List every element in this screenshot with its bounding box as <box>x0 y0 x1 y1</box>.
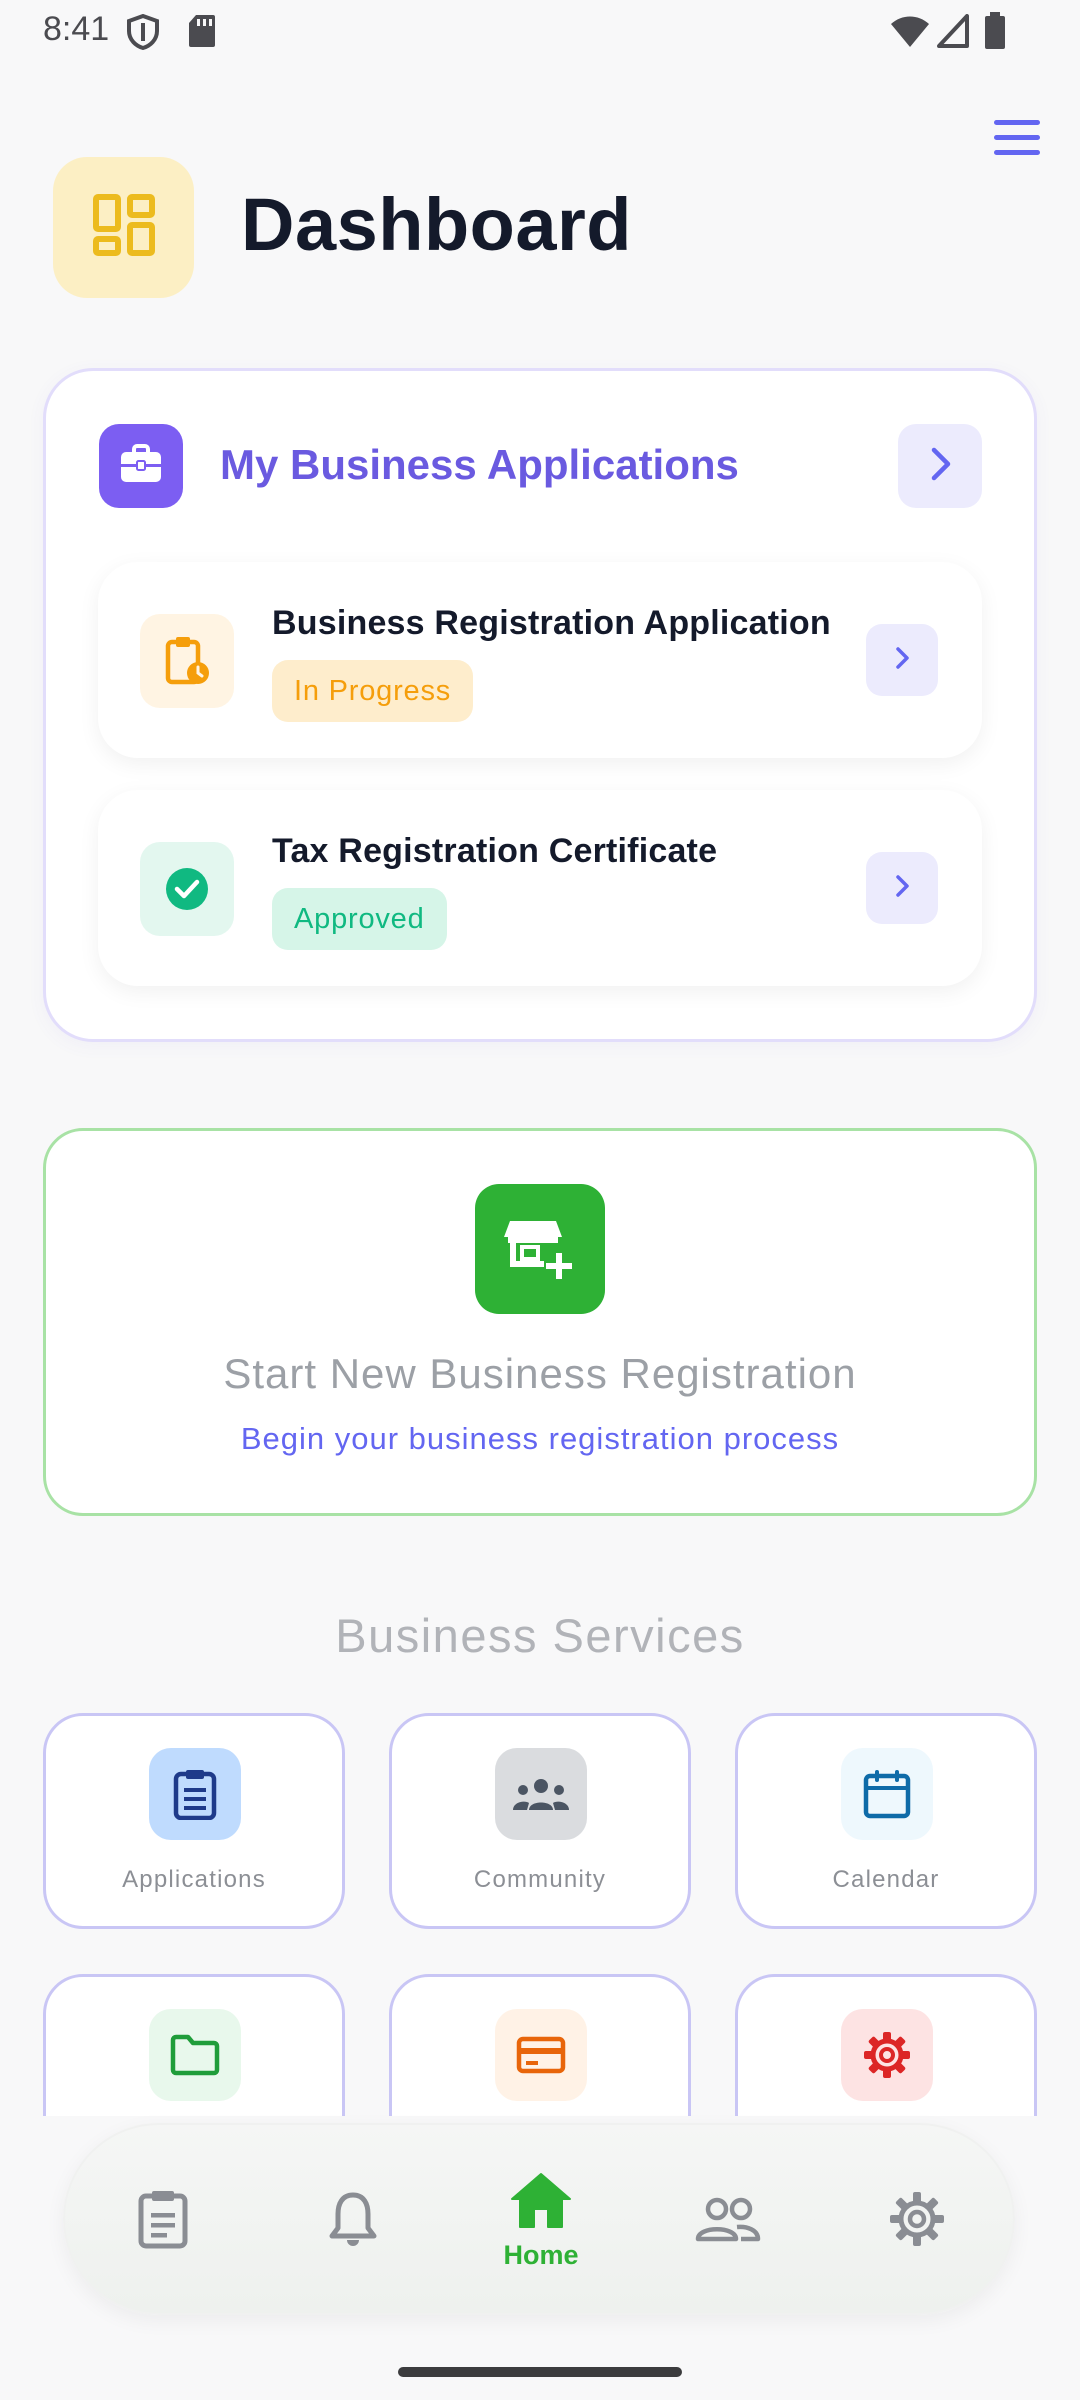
sd-card-icon <box>188 14 216 53</box>
application-name: Tax Registration Certificate <box>272 832 718 870</box>
signal-icon <box>937 14 969 53</box>
clipboard-list-icon <box>149 1748 241 1840</box>
application-name: Business Registration Application <box>272 604 831 642</box>
chevron-right-icon <box>893 873 911 904</box>
applications-title[interactable]: My Business Applications <box>220 441 739 489</box>
settings-icon <box>888 2190 946 2253</box>
nav-home-label: Home <box>503 2240 579 2270</box>
gear-icon <box>841 2009 933 2101</box>
service-label: Community <box>473 1866 607 1893</box>
home-indicator[interactable] <box>398 2367 682 2377</box>
status-badge: Approved <box>272 888 447 950</box>
services-title: Business Services <box>335 1609 745 1662</box>
page-title: Dashboard <box>241 183 633 266</box>
service-tile-calendar[interactable]: Calendar <box>735 1713 1037 1929</box>
briefcase-icon <box>119 443 163 489</box>
new-registration-title: Start New Business Registration <box>223 1350 857 1397</box>
status-time: 8:41 <box>43 10 110 48</box>
service-tile-applications[interactable]: Applications <box>43 1713 345 1929</box>
nav-applications[interactable] <box>98 2125 228 2317</box>
clipboard-clock-icon <box>140 614 234 708</box>
dashboard-logo <box>53 157 194 298</box>
service-tile-documents[interactable] <box>43 1974 345 2116</box>
application-item[interactable]: Business Registration Application In Pro… <box>98 562 982 758</box>
application-item[interactable]: Tax Registration Certificate Approved <box>98 790 982 986</box>
battery-icon <box>984 12 1006 55</box>
bell-icon <box>328 2190 378 2253</box>
nav-notifications[interactable] <box>288 2125 418 2317</box>
people-icon <box>695 2196 761 2247</box>
calendar-icon <box>841 1748 933 1840</box>
credit-card-icon <box>495 2009 587 2101</box>
people-group-icon <box>495 1748 587 1840</box>
nav-settings[interactable] <box>852 2125 982 2317</box>
open-application-button[interactable] <box>866 852 938 924</box>
nav-community[interactable] <box>663 2125 793 2317</box>
wifi-icon <box>890 16 930 53</box>
chevron-right-icon <box>926 446 954 487</box>
applications-card-icon <box>99 424 183 508</box>
shield-icon <box>126 13 160 55</box>
dashboard-grid-icon <box>92 193 156 262</box>
service-label: Calendar <box>832 1866 940 1893</box>
menu-button[interactable] <box>990 118 1042 158</box>
bottom-nav: Home <box>63 2123 1015 2315</box>
store-plus-icon <box>475 1184 605 1314</box>
check-circle-icon <box>140 842 234 936</box>
nav-home[interactable]: Home <box>476 2125 606 2317</box>
new-registration-subtitle: Begin your business registration process <box>240 1421 840 1456</box>
services-grid: Applications Community Calendar <box>0 1700 1080 2116</box>
clipboard-icon <box>136 2189 190 2254</box>
home-icon <box>509 2171 573 2234</box>
service-tile-payments[interactable] <box>389 1974 691 2116</box>
chevron-right-icon <box>893 645 911 676</box>
applications-view-all-button[interactable] <box>898 424 982 508</box>
status-bar: 8:41 <box>0 0 1080 66</box>
status-badge: In Progress <box>272 660 474 722</box>
service-tile-community[interactable]: Community <box>389 1713 691 1929</box>
hamburger-menu-icon <box>994 120 1040 125</box>
folder-icon <box>149 2009 241 2101</box>
open-application-button[interactable] <box>866 624 938 696</box>
service-label: Applications <box>122 1866 266 1893</box>
service-tile-settings[interactable] <box>735 1974 1037 2116</box>
